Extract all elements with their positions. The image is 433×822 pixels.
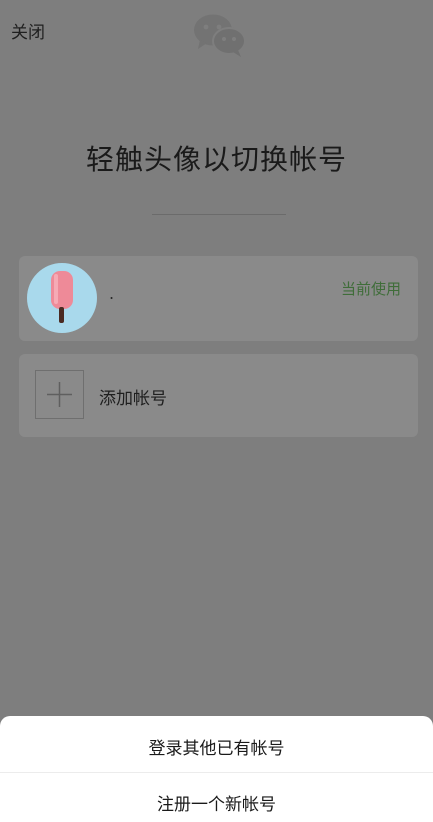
login-existing-account-button[interactable]: 登录其他已有帐号 <box>0 734 433 759</box>
divider <box>152 214 286 215</box>
action-sheet: 登录其他已有帐号 注册一个新帐号 <box>0 716 433 822</box>
popsicle-icon <box>51 271 73 323</box>
plus-icon <box>47 382 72 407</box>
current-in-use-badge: 当前使用 <box>340 280 401 298</box>
current-account-card[interactable]: . 当前使用 <box>19 256 418 341</box>
account-switch-screen: 关闭 轻触头像以切换帐号 . 当前使用 添加帐号 登录其他已有帐号 注册一个新帐… <box>0 0 433 822</box>
register-new-account-button[interactable]: 注册一个新帐号 <box>0 790 433 815</box>
sheet-divider <box>0 772 433 773</box>
close-button[interactable]: 关闭 <box>11 18 45 43</box>
add-account-button[interactable] <box>35 370 84 419</box>
account-name: . <box>109 284 115 303</box>
wechat-logo-icon <box>194 14 246 57</box>
add-account-card[interactable]: 添加帐号 <box>19 354 418 437</box>
page-title: 轻触头像以切换帐号 <box>85 143 347 176</box>
add-account-label: 添加帐号 <box>99 389 167 409</box>
avatar[interactable] <box>27 263 97 333</box>
